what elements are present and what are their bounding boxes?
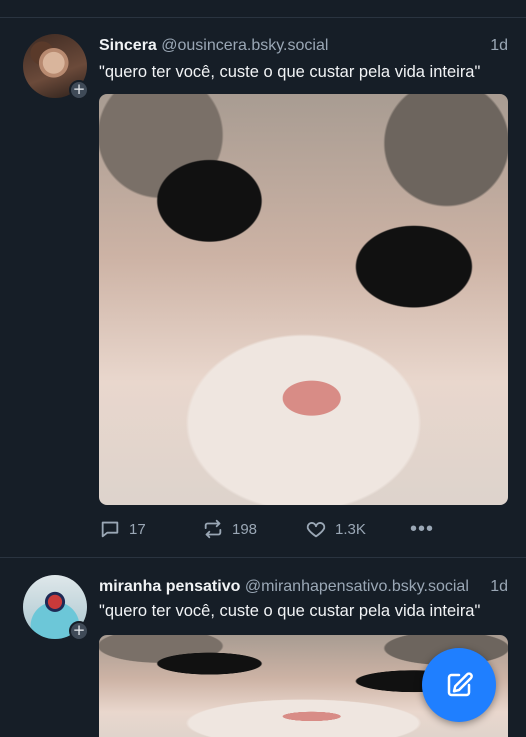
avatar-container[interactable]: +	[23, 575, 89, 641]
timestamp[interactable]: 1d	[490, 37, 508, 55]
display-name[interactable]: miranha pensativo	[99, 578, 240, 595]
post-header: miranha pensativo @miranhapensativo.bsky…	[99, 578, 508, 600]
timestamp[interactable]: 1d	[490, 578, 508, 596]
speech-bubble-icon	[101, 521, 119, 538]
handle[interactable]: @ousincera.bsky.social	[161, 37, 328, 54]
heart-icon	[306, 522, 326, 538]
post-text: "quero ter você, custe o que custar pela…	[99, 63, 481, 81]
repost-count: 198	[232, 520, 258, 538]
post-image[interactable]	[99, 94, 508, 505]
like-count: 1.3K	[335, 520, 366, 538]
post-text: "quero ter você, custe o que custar pela…	[99, 602, 481, 620]
avatar-container[interactable]: +	[23, 34, 89, 100]
repost-button[interactable]: 198	[202, 518, 257, 540]
follow-plus-icon[interactable]: +	[69, 80, 89, 100]
compose-button[interactable]	[422, 648, 496, 722]
more-options-button[interactable]: •••	[410, 518, 434, 541]
pencil-square-icon	[447, 672, 473, 697]
follow-plus-icon[interactable]: +	[69, 621, 89, 641]
reply-count: 17	[129, 520, 146, 538]
feed: + Sincera @ousincera.bsky.social 1d "que…	[0, 0, 526, 737]
ellipsis-icon: •••	[410, 518, 435, 540]
like-button[interactable]: 1.3K	[305, 518, 366, 540]
post[interactable]: + Sincera @ousincera.bsky.social 1d "que…	[0, 18, 526, 558]
display-name[interactable]: Sincera	[99, 37, 157, 54]
post-header: Sincera @ousincera.bsky.social 1d	[99, 37, 508, 59]
repost-arrows-icon	[204, 519, 222, 539]
post-actions: 17 198 1.3K •••	[99, 518, 459, 544]
reply-button[interactable]: 17	[99, 518, 146, 540]
handle[interactable]: @miranhapensativo.bsky.social	[245, 578, 469, 595]
